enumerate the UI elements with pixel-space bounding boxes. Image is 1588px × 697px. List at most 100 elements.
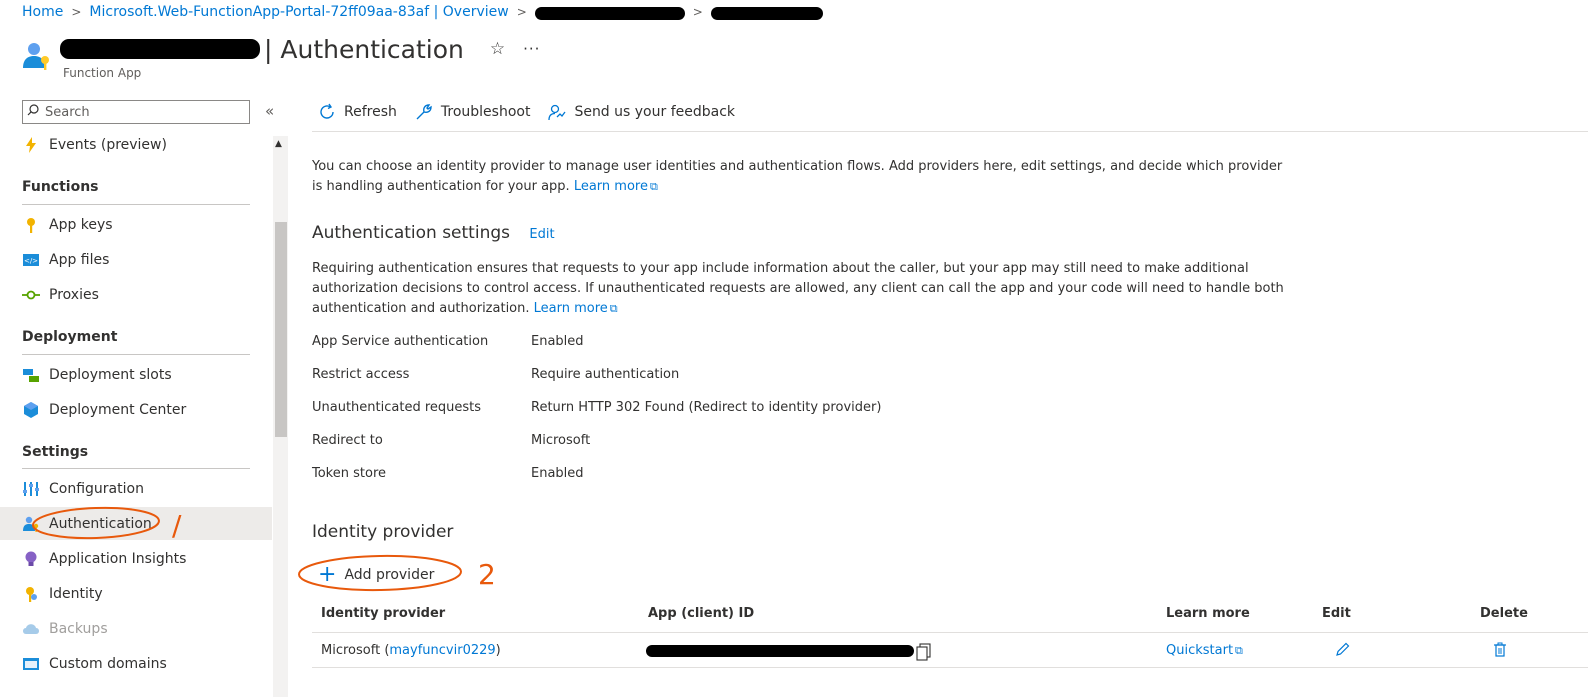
sidebar-item-label: Configuration: [49, 480, 144, 497]
svg-text:</>: </>: [24, 257, 38, 265]
column-header[interactable]: Learn more: [1166, 606, 1250, 621]
troubleshoot-button[interactable]: Troubleshoot: [415, 103, 531, 121]
feedback-label: Send us your feedback: [574, 104, 736, 120]
troubleshoot-label: Troubleshoot: [440, 104, 531, 120]
provider-app-link[interactable]: mayfuncvir0229: [389, 643, 495, 658]
sidebar-search[interactable]: [22, 100, 250, 124]
divider: [22, 354, 250, 355]
auth-settings-learn-more-link[interactable]: Learn more ⧉: [534, 301, 618, 316]
divider: [22, 204, 250, 205]
scroll-up-arrow-icon[interactable]: ▲: [275, 139, 282, 149]
setting-value: Enabled: [531, 334, 584, 349]
setting-value: Enabled: [531, 466, 584, 481]
globe-window-icon: [22, 655, 40, 673]
cube-icon: [22, 401, 40, 419]
identity-provider-heading: Identity provider: [312, 522, 454, 542]
sidebar-item-custom-domains[interactable]: Custom domains: [0, 647, 272, 680]
external-link-icon: ⧉: [1235, 644, 1243, 657]
search-input[interactable]: [45, 104, 240, 120]
sidebar-item-label: Backups: [49, 620, 108, 637]
column-header[interactable]: Edit: [1322, 606, 1351, 621]
provider-name: Microsoft: [321, 643, 381, 658]
redacted-breadcrumb: [534, 6, 685, 20]
feedback-icon: [548, 104, 566, 121]
lightbulb-icon: [22, 550, 40, 568]
redacted-resource-name: [60, 39, 260, 59]
external-link-icon: ⧉: [649, 180, 658, 193]
sidebar-item-label: Deployment Center: [49, 401, 187, 418]
external-link-icon: ⧉: [609, 302, 618, 315]
chevron-right-icon: >: [71, 5, 82, 19]
sidebar-item-label: Identity: [49, 585, 103, 602]
redacted-client-id: [646, 645, 914, 657]
page-title: | Authentication: [264, 34, 464, 64]
plus-icon: +: [318, 562, 337, 587]
provider-cell: Microsoft (mayfuncvir0229): [321, 643, 501, 658]
setting-value: Return HTTP 302 Found (Redirect to ident…: [531, 400, 882, 415]
edit-pencil-icon[interactable]: [1335, 642, 1350, 661]
sidebar-item-label: Custom domains: [49, 655, 167, 672]
sidebar-item-deployment-slots[interactable]: Deployment slots: [0, 358, 272, 391]
copy-icon[interactable]: [916, 643, 932, 665]
quickstart-link[interactable]: Quickstart ⧉: [1166, 643, 1243, 658]
sidebar-item-label: Deployment slots: [49, 366, 172, 383]
column-header[interactable]: Delete: [1480, 606, 1528, 621]
intro-description: You can choose an identity provider to m…: [312, 159, 1283, 194]
sidebar-item-label: App files: [49, 251, 110, 268]
sidebar-item-application-insights[interactable]: Application Insights: [0, 542, 272, 575]
column-header[interactable]: Identity provider: [321, 606, 445, 621]
refresh-button[interactable]: Refresh: [318, 103, 397, 121]
sidebar-item-app-keys[interactable]: App keys: [0, 208, 272, 241]
sidebar-item-label: Application Insights: [49, 550, 187, 567]
search-icon: [27, 104, 45, 120]
setting-value: Microsoft: [531, 433, 591, 448]
send-feedback-button[interactable]: Send us your feedback: [548, 103, 735, 121]
breadcrumb-home[interactable]: Home: [22, 4, 63, 20]
setting-key: Redirect to: [312, 433, 383, 448]
proxy-icon: [22, 286, 40, 304]
setting-value: Require authentication: [531, 367, 680, 382]
sidebar-item-events[interactable]: Events (preview): [0, 128, 272, 161]
more-options-icon[interactable]: ···: [523, 40, 540, 58]
sidebar-item-backups[interactable]: Backups: [0, 612, 272, 645]
wrench-icon: [416, 104, 432, 120]
sidebar-item-deployment-center[interactable]: Deployment Center: [0, 393, 272, 426]
annotation-mark-2: 2: [478, 558, 496, 591]
section-deployment: Deployment: [22, 329, 118, 345]
breadcrumb: Home > Microsoft.Web-FunctionApp-Portal-…: [22, 3, 823, 21]
sidebar-item-identity[interactable]: Identity: [0, 577, 272, 610]
setting-key: Restrict access: [312, 367, 410, 382]
sidebar-item-label: Proxies: [49, 286, 99, 303]
sidebar-item-proxies[interactable]: Proxies: [0, 278, 272, 311]
sidebar-item-label: App keys: [49, 216, 113, 233]
deployment-slots-icon: [22, 366, 40, 384]
collapse-sidebar-icon[interactable]: «: [265, 102, 274, 120]
auth-settings-edit-link[interactable]: Edit: [529, 227, 554, 242]
auth-settings-heading: Authentication settings Edit: [312, 223, 555, 243]
user-key-icon: [22, 515, 40, 533]
column-header[interactable]: App (client) ID: [648, 606, 754, 621]
scrollbar-thumb[interactable]: [275, 222, 287, 437]
trash-icon[interactable]: [1493, 642, 1507, 661]
cloud-backup-icon: [22, 620, 40, 638]
breadcrumb-overview[interactable]: Microsoft.Web-FunctionApp-Portal-72ff09a…: [89, 4, 508, 20]
intro-learn-more-link[interactable]: Learn more ⧉: [574, 179, 658, 194]
sidebar-item-app-files[interactable]: </> App files: [0, 243, 272, 276]
key-icon: [22, 216, 40, 234]
section-functions: Functions: [22, 179, 99, 195]
sidebar-item-authentication[interactable]: Authentication: [0, 507, 272, 540]
redacted-breadcrumb: [710, 6, 823, 20]
page-subtitle: Function App: [63, 66, 142, 80]
divider: [312, 131, 1588, 132]
divider: [22, 468, 250, 469]
add-provider-button[interactable]: + Add provider: [318, 564, 434, 586]
divider: [312, 667, 1588, 668]
identity-key-icon: [22, 585, 40, 603]
star-icon[interactable]: ☆: [490, 39, 505, 59]
sliders-icon: [22, 480, 40, 498]
section-settings: Settings: [22, 444, 89, 460]
sidebar-item-configuration[interactable]: Configuration: [0, 472, 272, 505]
auth-settings-description: Requiring authentication ensures that re…: [312, 261, 1284, 316]
command-bar: Refresh Troubleshoot Send us your feedba…: [318, 100, 753, 124]
code-file-icon: </>: [22, 251, 40, 269]
